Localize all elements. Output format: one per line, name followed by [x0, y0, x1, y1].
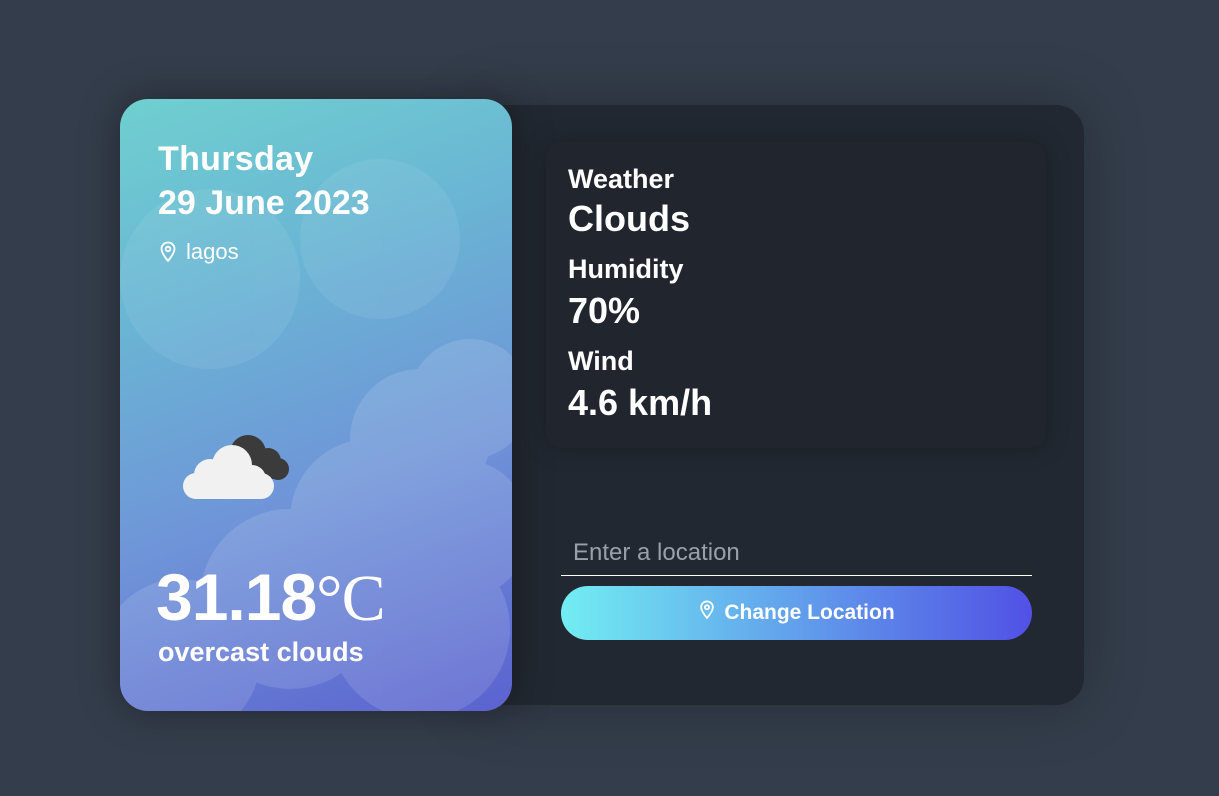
location-input[interactable] [561, 530, 1032, 576]
day-name: Thursday [158, 140, 314, 178]
location-pin-icon [158, 241, 178, 263]
temperature-value: 31.18 [156, 560, 317, 634]
location-pin-icon [698, 600, 716, 626]
change-location-button[interactable]: Change Location [561, 586, 1032, 640]
change-location-label: Change Location [724, 601, 895, 624]
humidity-value: 70% [568, 290, 641, 331]
wind-label: Wind [568, 346, 634, 376]
cloud-icon [180, 429, 295, 509]
details-panel: Weather Clouds Humidity 70% Wind 4.6 km/… [546, 142, 1046, 448]
location-name: lagos [186, 239, 239, 264]
humidity-label: Humidity [568, 254, 684, 284]
wind-value: 4.6 km/h [568, 382, 713, 423]
app-container: Thursday 29 June 2023 lagos 31.18°C over… [0, 0, 1219, 796]
temperature-unit: °C [316, 562, 385, 635]
weather-value: Clouds [568, 198, 690, 239]
weather-description: overcast clouds [158, 637, 364, 667]
weather-label: Weather [568, 164, 675, 194]
weather-card: Thursday 29 June 2023 lagos 31.18°C over… [120, 99, 512, 711]
location-display: lagos [158, 239, 239, 265]
temperature: 31.18°C [156, 557, 386, 639]
full-date: 29 June 2023 [158, 184, 370, 222]
